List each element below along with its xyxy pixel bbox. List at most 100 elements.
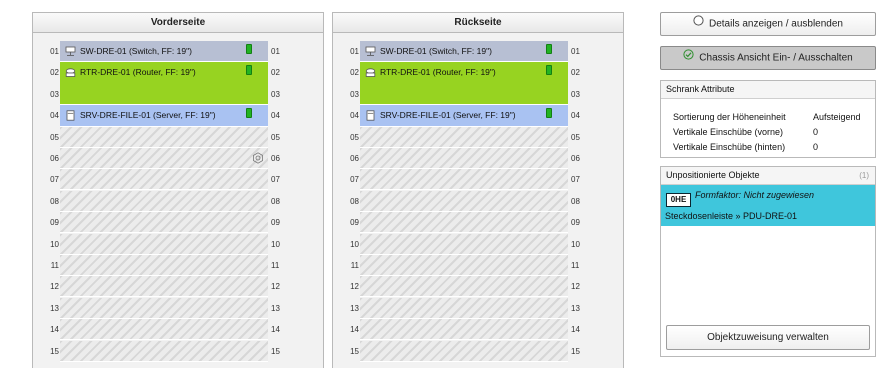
empty-rack-slot[interactable]	[60, 276, 268, 298]
rack-unit-row: 12 12	[33, 276, 323, 298]
unit-number-right: 04	[271, 111, 280, 121]
unit-number-right: 05	[571, 132, 580, 142]
empty-rack-slot[interactable]	[360, 276, 568, 298]
unpositioned-objects-title: Unpositionierte Objekte (1)	[661, 167, 875, 185]
rack-unit-row: 08 08	[33, 190, 323, 212]
attribute-row: Vertikale Einschübe (hinten) 0	[673, 141, 861, 154]
rack-device[interactable]: SRV-DRE-FILE-01 (Server, FF: 19")	[360, 105, 568, 127]
empty-rack-slot[interactable]	[360, 148, 568, 169]
rack-attributes-box: Schrank Attribute Sortierung der Höhenei…	[660, 80, 876, 158]
empty-rack-slot[interactable]	[360, 233, 568, 255]
rack-unit-row: 06 06	[33, 148, 323, 169]
unit-number-right: 13	[571, 303, 580, 313]
unit-number-left: 02	[50, 68, 59, 78]
empty-rack-slot[interactable]	[60, 319, 268, 341]
height-unit-badge: 0HE	[666, 193, 691, 207]
unit-number-left: 04	[50, 111, 59, 121]
unit-number-left: 09	[350, 218, 359, 228]
toggle-details-button[interactable]: Details anzeigen / ausblenden	[660, 12, 876, 36]
empty-rack-slot[interactable]	[360, 190, 568, 212]
status-led	[246, 44, 252, 54]
unit-number-left: 03	[50, 89, 59, 99]
empty-rack-slot[interactable]	[360, 255, 568, 276]
unit-number-left: 03	[350, 89, 359, 99]
rack-device[interactable]: SW-DRE-01 (Switch, FF: 19")	[60, 41, 268, 63]
device-label: SW-DRE-01 (Switch, FF: 19")	[80, 46, 192, 56]
status-led	[546, 65, 552, 76]
toggle-chassis-label: Chassis Ansicht Ein- / Ausschalten	[699, 52, 853, 64]
empty-rack-slot[interactable]	[360, 297, 568, 319]
rack-device[interactable]: SW-DRE-01 (Switch, FF: 19")	[360, 41, 568, 63]
unit-number-right: 02	[271, 68, 280, 78]
empty-rack-slot[interactable]	[60, 169, 268, 191]
rack-unit-row: 14 14	[333, 319, 623, 341]
unit-number-left: 01	[50, 47, 59, 56]
unit-number-left: 13	[50, 303, 59, 313]
empty-rack-slot[interactable]	[60, 255, 268, 276]
unit-number-right: 08	[271, 196, 280, 206]
rack-device[interactable]: SRV-DRE-FILE-01 (Server, FF: 19")	[60, 105, 268, 127]
unit-number-right: 14	[271, 325, 280, 335]
rack-unit-row: 14 14	[33, 319, 323, 341]
empty-rack-slot[interactable]	[60, 340, 268, 362]
unit-number-left: 01	[350, 47, 359, 56]
attribute-value: 0	[813, 142, 819, 152]
unit-number-right: 15	[271, 346, 280, 356]
unit-number-right: 03	[571, 89, 580, 99]
router-icon	[365, 67, 376, 78]
front-panel-title: Vorderseite	[33, 13, 323, 33]
rack-attributes-table: Sortierung der Höheneinheit Aufsteigend …	[671, 109, 863, 156]
empty-rack-slot[interactable]	[360, 169, 568, 191]
manage-object-assignment-button[interactable]: Objektzuweisung verwalten	[666, 325, 870, 350]
unit-number-right: 02	[571, 68, 580, 78]
empty-rack-slot[interactable]	[60, 233, 268, 255]
device-label: SRV-DRE-FILE-01 (Server, FF: 19")	[80, 110, 216, 121]
unit-number-left: 09	[50, 218, 59, 228]
unit-number-right: 05	[271, 132, 280, 142]
back-panel-title: Rückseite	[333, 13, 623, 33]
back-rack-panel: Rückseite 01 01 02 02 03 03 04 04 05 05 06 06 07 07 08…	[332, 12, 624, 368]
unit-number-left: 12	[350, 282, 359, 292]
gear-icon[interactable]	[252, 152, 264, 164]
empty-rack-slot[interactable]	[360, 212, 568, 234]
unit-number-left: 05	[50, 132, 59, 142]
rack-unit-row: 11 11	[333, 255, 623, 276]
unit-number-left: 15	[50, 346, 59, 356]
device-label: SRV-DRE-FILE-01 (Server, FF: 19")	[380, 110, 516, 121]
unit-number-left: 06	[50, 154, 59, 163]
rack-unit-row: 07 07	[333, 169, 623, 191]
unit-number-right: 01	[271, 47, 280, 56]
empty-rack-slot[interactable]	[60, 126, 268, 148]
switch-icon	[65, 46, 76, 57]
empty-rack-slot[interactable]	[360, 319, 568, 341]
attribute-key: Vertikale Einschübe (vorne)	[673, 127, 784, 137]
empty-rack-slot[interactable]	[60, 148, 268, 169]
status-led	[546, 108, 552, 119]
empty-rack-slot[interactable]	[360, 126, 568, 148]
toggle-chassis-button[interactable]: Chassis Ansicht Ein- / Ausschalten	[660, 46, 876, 70]
unit-number-left: 14	[50, 325, 59, 335]
unit-number-right: 08	[571, 196, 580, 206]
empty-rack-slot[interactable]	[60, 212, 268, 234]
unit-number-left: 11	[50, 261, 59, 270]
rack-unit-row: 15 15	[333, 340, 623, 362]
attribute-key: Vertikale Einschübe (hinten)	[673, 142, 786, 152]
attribute-value: Aufsteigend	[813, 112, 861, 122]
rack-unit-row: 13 13	[333, 297, 623, 319]
rack-attributes-title: Schrank Attribute	[661, 81, 875, 99]
rack-unit-row: 06 06	[333, 148, 623, 169]
unit-number-right: 04	[571, 111, 580, 121]
empty-rack-slot[interactable]	[360, 340, 568, 362]
toggle-details-label: Details anzeigen / ausblenden	[709, 18, 843, 30]
rack-device[interactable]: RTR-DRE-01 (Router, FF: 19")	[60, 62, 268, 106]
device-label: RTR-DRE-01 (Router, FF: 19")	[80, 67, 196, 78]
empty-rack-slot[interactable]	[60, 190, 268, 212]
unpositioned-object-item[interactable]: 0HE Formfaktor: Nicht zugewiesen Steckdo…	[661, 185, 875, 226]
empty-rack-slot[interactable]	[60, 297, 268, 319]
rack-unit-row: 10 10	[33, 233, 323, 255]
unit-number-left: 04	[350, 111, 359, 121]
unit-number-left: 10	[50, 239, 59, 249]
rack-unit-row: 11 11	[33, 255, 323, 276]
unit-number-right: 12	[571, 282, 580, 292]
rack-device[interactable]: RTR-DRE-01 (Router, FF: 19")	[360, 62, 568, 106]
